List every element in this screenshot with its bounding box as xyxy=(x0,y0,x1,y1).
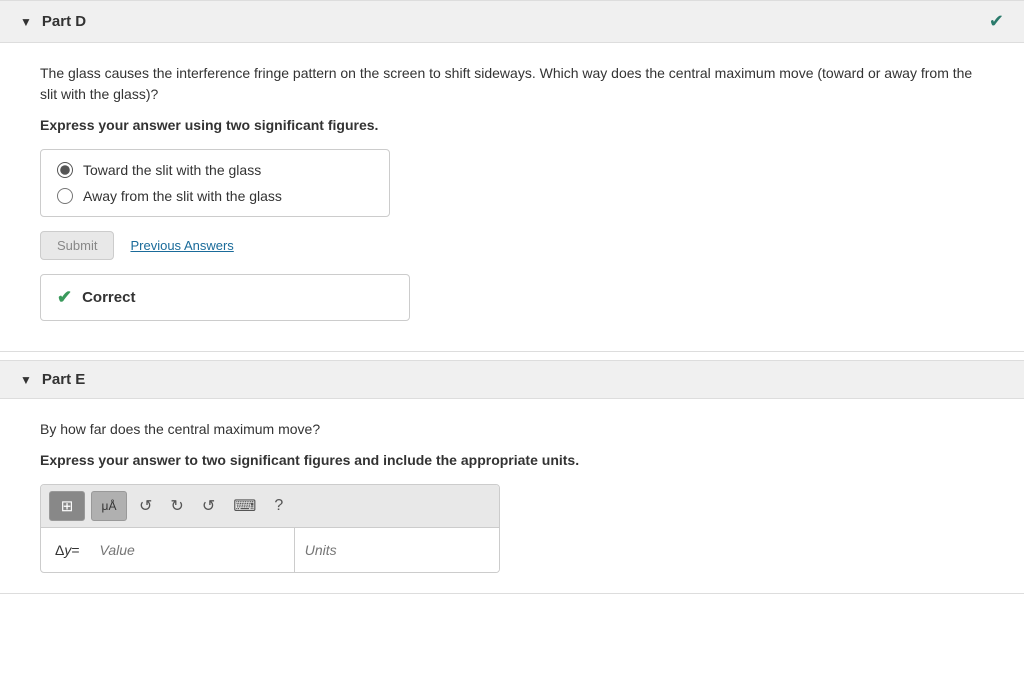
part-d-button-row: Submit Previous Answers xyxy=(40,231,984,260)
part-e-instruction: Express your answer to two significant f… xyxy=(40,452,984,468)
mu-icon: μÅ xyxy=(102,499,117,513)
option-toward[interactable]: Toward the slit with the glass xyxy=(57,162,373,178)
grid-icon: ⊞ xyxy=(61,497,74,515)
part-d-instruction: Express your answer using two significan… xyxy=(40,117,984,133)
refresh-icon: ↺ xyxy=(202,496,215,516)
keyboard-icon: ⌨ xyxy=(233,496,256,516)
part-d-header[interactable]: ▼ Part D ✔ xyxy=(0,1,1024,43)
chevron-down-icon-e: ▼ xyxy=(20,373,32,387)
help-button[interactable]: ? xyxy=(268,491,289,521)
radio-away[interactable] xyxy=(57,188,73,204)
part-e-content: By how far does the central maximum move… xyxy=(0,399,1024,593)
part-e-question: By how far does the central maximum move… xyxy=(40,419,984,440)
redo-button[interactable]: ↻ xyxy=(164,491,189,521)
part-d-title: Part D xyxy=(42,13,86,30)
part-d-content: The glass causes the interference fringe… xyxy=(0,43,1024,351)
part-d-question: The glass causes the interference fringe… xyxy=(40,63,984,105)
undo-button[interactable]: ↺ xyxy=(133,491,158,521)
part-d-header-left: ▼ Part D xyxy=(20,13,86,30)
keyboard-button[interactable]: ⌨ xyxy=(227,491,262,521)
correct-box: ✔ Correct xyxy=(40,274,410,321)
part-d-answer-box: Toward the slit with the glass Away from… xyxy=(40,149,390,217)
undo-icon: ↺ xyxy=(139,496,152,516)
part-e-header[interactable]: ▼ Part E xyxy=(0,361,1024,399)
delta-label: Δy = xyxy=(41,528,90,572)
help-icon: ? xyxy=(274,497,283,515)
refresh-button[interactable]: ↺ xyxy=(196,491,221,521)
option-away[interactable]: Away from the slit with the glass xyxy=(57,188,373,204)
mu-toolbar-button[interactable]: μÅ xyxy=(91,491,127,521)
math-input-container: ⊞ μÅ ↺ ↻ ↺ ⌨ ? xyxy=(40,484,500,573)
redo-icon: ↻ xyxy=(170,496,183,516)
part-d-section: ▼ Part D ✔ The glass causes the interfer… xyxy=(0,0,1024,352)
grid-toolbar-button[interactable]: ⊞ xyxy=(49,491,85,521)
option-toward-label: Toward the slit with the glass xyxy=(83,162,261,178)
chevron-down-icon: ▼ xyxy=(20,15,32,29)
part-e-section: ▼ Part E By how far does the central max… xyxy=(0,360,1024,594)
units-input[interactable] xyxy=(295,528,499,572)
part-d-check-icon: ✔ xyxy=(989,11,1004,32)
part-e-title: Part E xyxy=(42,371,85,388)
option-away-label: Away from the slit with the glass xyxy=(83,188,282,204)
radio-toward[interactable] xyxy=(57,162,73,178)
correct-label: Correct xyxy=(82,289,135,306)
math-input-row: Δy = xyxy=(41,528,499,572)
math-toolbar: ⊞ μÅ ↺ ↻ ↺ ⌨ ? xyxy=(41,485,499,528)
correct-check-icon: ✔ xyxy=(57,287,72,308)
submit-button[interactable]: Submit xyxy=(40,231,114,260)
previous-answers-link[interactable]: Previous Answers xyxy=(130,238,233,253)
value-input[interactable] xyxy=(90,528,295,572)
part-e-header-left: ▼ Part E xyxy=(20,371,85,388)
